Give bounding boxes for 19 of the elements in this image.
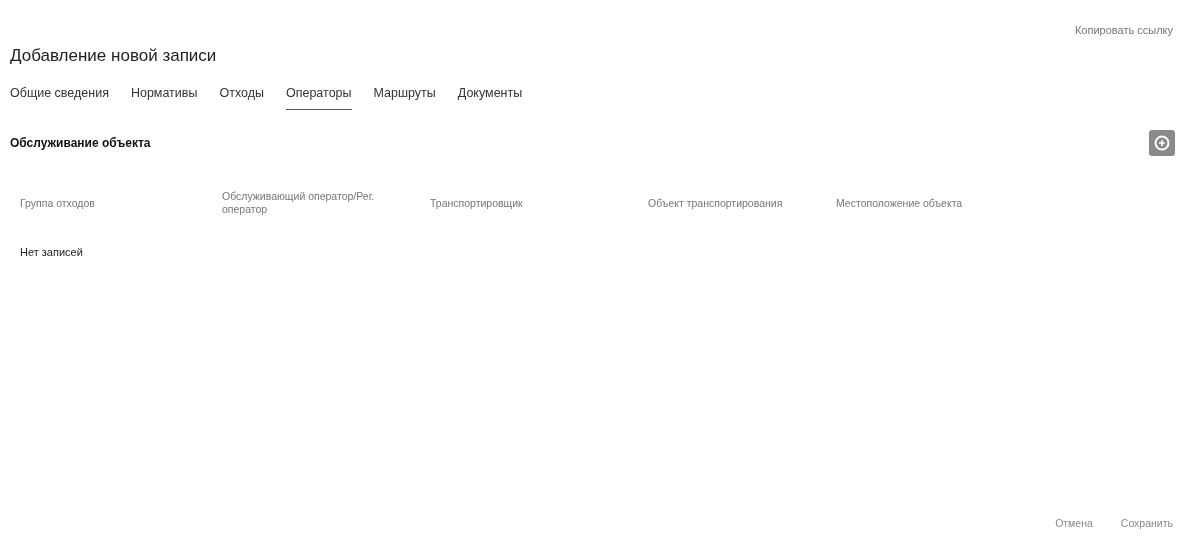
page-title: Добавление новой записи	[10, 46, 218, 66]
column-header: Объект транспортирования	[648, 196, 784, 210]
add-button[interactable]	[1149, 130, 1175, 156]
column-header: Обслуживающий оператор/Рег. оператор	[222, 190, 376, 216]
plus-circle-icon	[1154, 135, 1170, 151]
empty-message: Нет записей	[19, 246, 84, 258]
tab[interactable]: Общие сведения	[10, 86, 109, 110]
save-button[interactable]: Сохранить	[1120, 517, 1173, 529]
column-header: Местоположение объекта	[836, 196, 964, 210]
cancel-button[interactable]: Отмена	[1055, 517, 1093, 529]
tab[interactable]: Нормативы	[130, 86, 198, 110]
column-header: Группа отходов	[19, 196, 96, 210]
tab[interactable]: Операторы	[285, 86, 352, 110]
tab[interactable]: Отходы	[219, 86, 264, 110]
column-header: Транспортировщик	[430, 196, 524, 210]
copy-link[interactable]: Копировать ссылку	[1074, 24, 1173, 38]
tab[interactable]: Документы	[457, 86, 523, 110]
tab[interactable]: Маршруты	[373, 86, 436, 110]
section-title: Обслуживание объекта	[10, 136, 151, 150]
